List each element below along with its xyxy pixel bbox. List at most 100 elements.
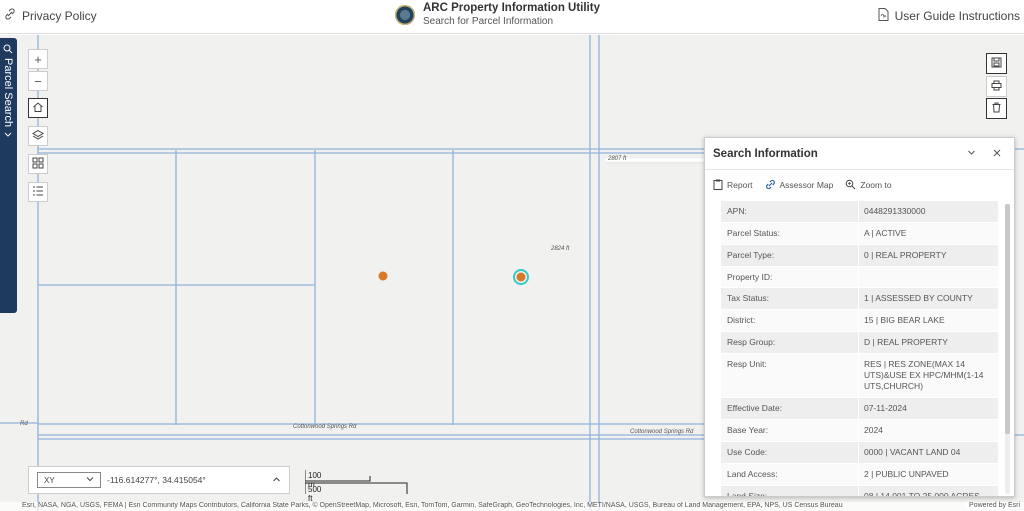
attribute-row: Parcel Type: 0 | REAL PROPERTY — [721, 245, 998, 267]
attribute-value: 0 | REAL PROPERTY — [864, 250, 947, 260]
app-header: Privacy Policy ARC Property Information … — [0, 0, 1024, 34]
attribute-key: Parcel Type: — [721, 245, 859, 266]
zoom-out-button[interactable]: − — [28, 71, 48, 91]
layers-button[interactable] — [28, 126, 48, 146]
user-guide-link[interactable]: User Guide Instructions — [878, 8, 1020, 24]
parcel-marker-selected[interactable] — [512, 268, 530, 286]
expand-toggle-button[interactable] — [272, 475, 281, 486]
search-information-panel: Search Information Report Assessor Map Z… — [704, 137, 1015, 497]
attribute-table: APN: 0448291330000 Parcel Status: A | ACTIV… — [721, 201, 998, 497]
attribute-row: District: 15 | BIG BEAR LAKE — [721, 310, 998, 332]
attribute-value: 08 | 14.001 TO 25.000 ACRES — [864, 491, 980, 497]
attribute-key: Land Access: — [721, 464, 859, 485]
coordinate-widget: XY -116.614277°, 34.415054° — [28, 466, 290, 494]
zoom-in-button[interactable]: + — [28, 49, 48, 69]
attribute-key: APN: — [721, 201, 859, 222]
legend-button[interactable] — [28, 182, 48, 202]
attribute-value: RES | RES ZONE(MAX 14 UTS)&USE EX HPC/MH… — [864, 359, 984, 391]
link-icon — [4, 8, 16, 23]
assessor-map-label: Assessor Map — [779, 180, 834, 190]
panel-scrollbar[interactable] — [1005, 204, 1010, 494]
layers-icon — [32, 129, 44, 144]
print-icon — [991, 78, 1002, 96]
attribute-value: A | ACTIVE — [864, 228, 907, 238]
report-button[interactable]: Report — [713, 179, 753, 192]
attribute-value — [859, 267, 998, 287]
parcel-search-label: Parcel Search — [2, 58, 14, 128]
road-label: Rd — [20, 421, 28, 427]
attribute-row: Land Access: 2 | PUBLIC UNPAVED — [721, 464, 998, 486]
parcel-search-tab[interactable]: Parcel Search — [0, 38, 17, 313]
home-button[interactable] — [28, 98, 48, 118]
attribute-row: APN: 0448291330000 — [721, 201, 998, 223]
scale-imperial-label: 500 ft — [308, 485, 322, 503]
attribute-row: Base Year: 2024 — [721, 420, 998, 442]
attribute-row: Land Size: 08 | 14.001 TO 25.000 ACRES — [721, 486, 998, 497]
print-tool-button[interactable] — [986, 76, 1007, 97]
attribute-key: Resp Unit: — [721, 354, 859, 397]
user-guide-label: User Guide Instructions — [894, 9, 1020, 23]
attribute-value: 0000 | VACANT LAND 04 — [864, 447, 961, 457]
home-icon — [32, 101, 44, 116]
list-icon — [32, 185, 44, 200]
attribute-value: 0448291330000 — [864, 206, 926, 216]
attribute-row: Property ID: — [721, 267, 998, 288]
attribute-key: Parcel Status: — [721, 223, 859, 244]
attribute-key: Property ID: — [721, 267, 859, 287]
elevation-label: 2807 ft — [608, 156, 627, 162]
parcel-marker-orange[interactable] — [376, 269, 390, 283]
chevron-down-icon — [967, 148, 976, 160]
delete-tool-button[interactable] — [986, 98, 1007, 119]
app-branding: ARC Property Information Utility Search … — [395, 2, 600, 28]
attribute-value: 15 | BIG BEAR LAKE — [864, 315, 945, 325]
attribute-key: Land Size: — [721, 486, 859, 496]
road-label: Cottonwood Springs Rd — [293, 424, 357, 430]
attribute-key: Tax Status: — [721, 288, 859, 309]
attribute-row: Effective Date: 07-11-2024 — [721, 398, 998, 420]
panel-title: Search Information — [713, 147, 818, 160]
coordinate-mode-select[interactable]: XY — [37, 472, 101, 488]
pdf-document-icon — [878, 8, 889, 24]
collapse-button[interactable] — [962, 148, 980, 160]
road-label: Cottonwood Springs Rd — [630, 429, 694, 435]
chevron-up-icon — [272, 476, 281, 486]
attribute-value: 1 | ASSESSED BY COUNTY — [864, 293, 973, 303]
map-attribution: Esri, NASA, NGA, USGS, FEMA | Esri Commu… — [0, 502, 1024, 511]
trash-icon — [991, 100, 1002, 118]
grid-icon — [32, 157, 44, 172]
attribute-value: D | REAL PROPERTY — [864, 337, 948, 347]
attribute-key: Base Year: — [721, 420, 859, 441]
clipboard-icon — [713, 179, 723, 192]
chevron-right-icon — [2, 131, 14, 139]
attribute-key: District: — [721, 310, 859, 331]
attribute-key: Use Code: — [721, 442, 859, 463]
close-icon — [993, 148, 1001, 160]
close-button[interactable] — [988, 148, 1006, 160]
attribute-row: Resp Unit: RES | RES ZONE(MAX 14 UTS)&USE… — [721, 354, 998, 398]
privacy-policy-link[interactable]: Privacy Policy — [4, 8, 97, 23]
link-icon — [765, 179, 776, 192]
search-icon — [2, 44, 14, 54]
scrollbar-thumb[interactable] — [1005, 204, 1010, 434]
zoom-to-label: Zoom to — [860, 180, 892, 190]
attribute-value: 2 | PUBLIC UNPAVED — [864, 469, 949, 479]
coordinate-readout: -116.614277°, 34.415054° — [107, 475, 206, 485]
save-tool-button[interactable] — [986, 53, 1007, 74]
save-icon — [991, 55, 1002, 73]
attribute-row: Use Code: 0000 | VACANT LAND 04 — [721, 442, 998, 464]
coordinate-mode-value: XY — [44, 475, 55, 485]
attribute-row: Parcel Status: A | ACTIVE — [721, 223, 998, 245]
attribute-key: Effective Date: — [721, 398, 859, 419]
privacy-policy-label: Privacy Policy — [22, 8, 97, 23]
attribute-row: Tax Status: 1 | ASSESSED BY COUNTY — [721, 288, 998, 310]
county-seal-logo — [395, 5, 415, 25]
app-title: ARC Property Information Utility — [423, 2, 600, 14]
powered-by-esri[interactable]: Powered by Esri — [965, 502, 1020, 509]
app-subtitle: Search for Parcel Information — [423, 16, 554, 27]
attribute-value: 2024 — [864, 425, 883, 435]
basemap-gallery-button[interactable] — [28, 154, 48, 174]
zoom-to-button[interactable]: Zoom to — [845, 179, 892, 192]
chevron-down-icon — [86, 475, 94, 485]
magnifier-icon — [845, 179, 856, 192]
assessor-map-button[interactable]: Assessor Map — [765, 179, 834, 192]
